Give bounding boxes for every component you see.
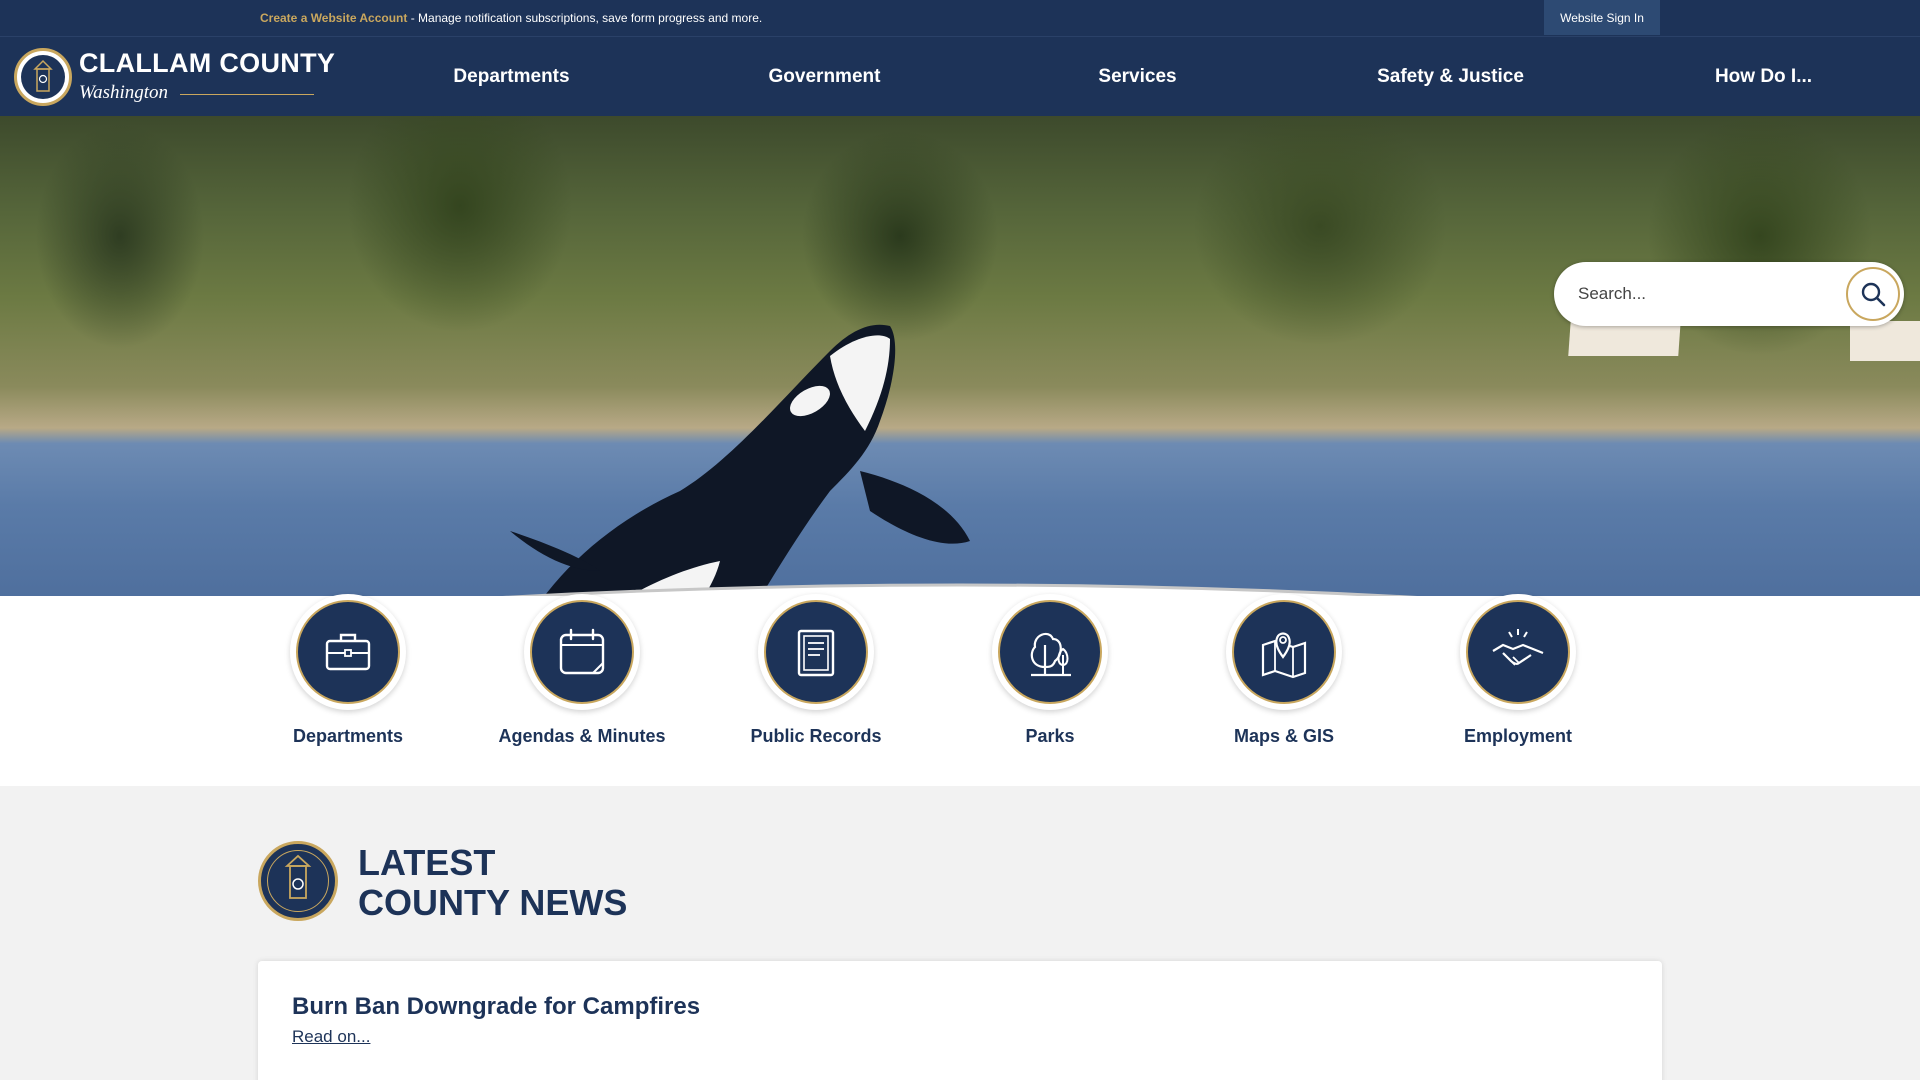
quick-link-parks[interactable]: Parks [960,594,1140,754]
handshake-icon [1466,600,1570,704]
nav-item-how-do-i[interactable]: How Do I... [1607,37,1920,117]
trees-icon [998,600,1102,704]
search-input[interactable] [1578,278,1828,310]
search-box [1554,262,1904,326]
search-button[interactable] [1846,267,1900,321]
news-item: Burn Ban Downgrade for Campfires Read on… [258,961,1662,1080]
news-headline[interactable]: Burn Ban Downgrade for Campfires [292,993,700,1021]
quick-link-agendas-minutes[interactable]: Agendas & Minutes [492,594,672,754]
county-seal-icon [258,841,338,921]
create-account-link[interactable]: Create a Website Account [260,11,407,25]
main-nav: Departments Government Services Safety &… [355,37,1920,117]
county-logo[interactable]: CLALLAM COUNTY Washington [14,48,335,108]
site-header: CLALLAM COUNTY Washington Departments Go… [0,36,1920,116]
hero-house [1850,321,1920,361]
nav-item-departments[interactable]: Departments [355,37,668,117]
quick-link-employment[interactable]: Employment [1428,594,1608,754]
county-seal-icon [14,48,72,106]
quick-link-label: Departments [292,726,404,746]
logo-divider [180,94,314,95]
quick-link-label: Employment [1463,726,1573,746]
county-state: Washington [79,82,169,103]
account-notice-text: - Manage notification subscriptions, sav… [407,11,763,25]
map-pin-icon [1232,600,1336,704]
top-bar: Create a Website Account - Manage notifi… [0,0,1920,36]
website-sign-in-button[interactable]: Website Sign In [1544,0,1660,35]
county-name: CLALLAM COUNTY [79,48,336,78]
quick-link-public-records[interactable]: Public Records [726,594,906,754]
quick-link-maps-gis[interactable]: Maps & GIS [1194,594,1374,754]
nav-item-services[interactable]: Services [981,37,1294,117]
account-notice: Create a Website Account - Manage notifi… [260,11,762,25]
quick-link-label: Agendas & Minutes [498,726,666,746]
calendar-icon [530,600,634,704]
nav-item-safety-justice[interactable]: Safety & Justice [1294,37,1607,117]
quick-links: Departments Agendas & Minutes Public Rec… [258,594,1662,754]
document-icon [764,600,868,704]
hero-banner [0,116,1920,636]
quick-link-label: Parks [1025,726,1075,746]
quick-link-departments[interactable]: Departments [258,594,438,754]
news-title-line1: LATEST [358,842,496,883]
quick-link-label: Maps & GIS [1233,726,1335,746]
latest-news-header: LATEST COUNTY NEWS [258,838,758,924]
search-icon [1861,282,1886,307]
briefcase-icon [296,600,400,704]
news-title-line2: COUNTY NEWS [358,882,628,923]
nav-item-government[interactable]: Government [668,37,981,117]
read-on-link[interactable]: Read on... [292,1027,370,1047]
quick-link-label: Public Records [750,726,882,746]
